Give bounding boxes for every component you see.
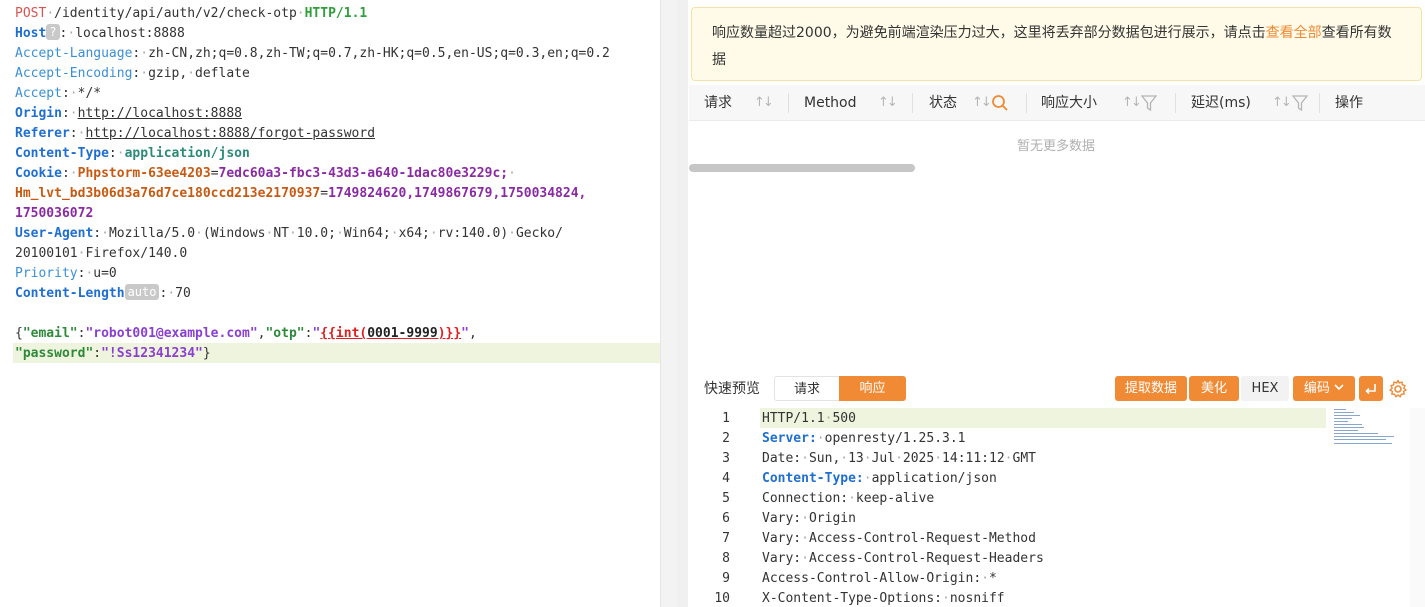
col-actions: 操作	[1335, 95, 1363, 111]
empty-state: 暂无更多数据	[1016, 139, 1095, 154]
overflow-notice: 响应数量超过2000，为避免前端渲染压力过大，这里将丢弃部分数据包进行展示，请点…	[691, 7, 1422, 81]
response-line: Vary:·Origin	[762, 511, 856, 526]
header-cookie-cont2: 1750036072	[15, 206, 94, 221]
line-number: 3	[722, 451, 730, 466]
results-table-header: 请求 ↑↓ Method ↑↓ 状态 ↑↓ 响应大小 ↑↓ 延迟(ms) ↑↓ …	[689, 85, 1425, 121]
request-path: /identity/api/auth/v2/check-otp	[54, 6, 297, 21]
wrap-icon	[1365, 384, 1376, 395]
view-all-link[interactable]: 查看全部	[1266, 25, 1322, 41]
response-line: Vary:·Access-Control-Request-Method	[762, 531, 1036, 546]
response-line: Connection:·keep-alive	[762, 491, 935, 506]
request-body-line-1: {"email":"robot001@example.com","otp":"{…	[15, 326, 477, 341]
notice-text: 响应数量超过2000，为避免前端渲染压力过大，这里将丢弃部分数据包进行展示，请点…	[712, 25, 1266, 41]
sort-icon[interactable]: ↑↓	[972, 85, 992, 121]
line-number: 5	[722, 491, 730, 506]
pane-splitter[interactable]	[677, 0, 688, 607]
tab-response[interactable]: 响应	[839, 376, 906, 401]
header-accept: Accept:·*/*	[15, 86, 102, 101]
filter-icon[interactable]	[1292, 94, 1308, 112]
sort-icon[interactable]: ↑↓	[754, 85, 774, 121]
search-icon[interactable]	[991, 94, 1009, 112]
line-number: 9	[722, 571, 730, 586]
response-line: Vary:·Access-Control-Request-Headers	[762, 551, 1044, 566]
sort-icon[interactable]: ↑↓	[1122, 85, 1142, 121]
col-status[interactable]: 状态	[929, 85, 957, 121]
encode-label: 编码	[1303, 381, 1330, 396]
header-content-type: Content-Type:·application/json	[15, 146, 250, 161]
response-line: HTTP/1.1·500	[762, 411, 856, 426]
line-number: 6	[722, 511, 730, 526]
tab-request[interactable]: 请求	[774, 376, 839, 401]
response-line: X-Content-Type-Options:·nosniff	[762, 591, 1005, 606]
hex-button[interactable]: HEX	[1241, 376, 1289, 401]
header-origin: Origin:·http://localhost:8888	[15, 106, 242, 121]
extract-data-button[interactable]: 提取数据	[1115, 376, 1187, 401]
header-accept-encoding: Accept-Encoding:·gzip,·deflate	[15, 66, 250, 81]
header-content-length: Content-Length auto:·70	[15, 284, 191, 301]
column-divider	[1026, 93, 1027, 113]
table-horizontal-scrollbar[interactable]	[689, 164, 915, 172]
header-host: Host?:·localhost:8888	[15, 24, 185, 41]
http-version: HTTP/1.1	[304, 6, 368, 21]
results-pane: 响应数量超过2000，为避免前端渲染压力过大，这里将丢弃部分数据包进行展示，请点…	[688, 0, 1425, 607]
response-line: Access-Control-Allow-Origin:·*	[762, 571, 997, 586]
origin-link[interactable]: http://localhost:8888	[78, 106, 242, 121]
line-number: 7	[722, 531, 730, 546]
host-help-badge[interactable]: ?	[46, 24, 60, 40]
line-number: 4	[722, 471, 730, 486]
response-scrollbar[interactable]	[1410, 408, 1425, 607]
column-divider	[1175, 93, 1176, 113]
line-number: 1	[722, 411, 730, 426]
otp-template-tag[interactable]: {{int(0001-9999)}}	[320, 326, 461, 341]
auto-length-badge[interactable]: auto	[124, 284, 160, 300]
request-method: POST	[15, 6, 47, 21]
request-body-line-2: "password":"!Ss12341234"}	[15, 346, 211, 361]
request-editor[interactable]: POST·/identity/api/auth/v2/check-otp·HTT…	[0, 0, 677, 607]
word-wrap-button[interactable]	[1359, 376, 1383, 401]
column-divider	[788, 93, 789, 113]
code-minimap[interactable]	[1334, 408, 1400, 448]
response-line: Content-Type:·application/json	[762, 471, 997, 486]
line-number: 10	[714, 591, 730, 606]
filter-icon[interactable]	[1141, 94, 1157, 112]
col-response-size[interactable]: 响应大小	[1041, 85, 1097, 121]
request-editor-scrollbar[interactable]	[660, 0, 677, 607]
col-request[interactable]: 请求	[704, 85, 732, 121]
column-divider	[1319, 93, 1320, 113]
header-accept-language: Accept-Language:·zh-CN,zh;q=0.8,zh-TW;q=…	[15, 46, 610, 61]
header-user-agent-cont: 20100101·Firefox/140.0	[15, 246, 188, 261]
col-method[interactable]: Method	[804, 85, 857, 121]
line-number: 2	[722, 431, 730, 446]
beautify-button[interactable]: 美化	[1189, 376, 1239, 401]
referer-link[interactable]: http://localhost:8888/forgot-password	[85, 126, 375, 141]
quick-preview-label: 快速预览	[704, 381, 760, 397]
chevron-down-icon	[1334, 384, 1344, 391]
response-line: Date:·Sun,·13·Jul·2025·14:11:12·GMT	[762, 451, 1036, 466]
line-number: 8	[722, 551, 730, 566]
sort-icon[interactable]: ↑↓	[878, 85, 898, 121]
request-line: POST·/identity/api/auth/v2/check-otp·HTT…	[15, 6, 368, 21]
response-viewer[interactable]: 1 HTTP/1.1·500 2 Server:·openresty/1.25.…	[688, 408, 1425, 607]
header-referer: Referer:·http://localhost:8888/forgot-pa…	[15, 126, 376, 141]
gear-icon[interactable]	[1388, 379, 1408, 399]
quick-preview-bar: 快速预览 请求 响应 提取数据 美化 HEX 编码	[688, 371, 1425, 407]
column-divider	[912, 93, 913, 113]
header-user-agent: User-Agent:·Mozilla/5.0·(Windows·NT·10.0…	[15, 226, 563, 241]
header-cookie-cont: Hm_lvt_bd3b06d3a76d7ce180ccd213e2170937=…	[15, 186, 587, 201]
header-priority: Priority:·u=0	[15, 266, 117, 281]
encode-dropdown[interactable]: 编码	[1293, 376, 1355, 401]
response-line: Server:·openresty/1.25.3.1	[762, 431, 966, 446]
col-latency[interactable]: 延迟(ms)	[1191, 85, 1251, 121]
header-cookie: Cookie:·Phpstorm-63ee4203=7edc60a3-fbc3-…	[15, 166, 516, 181]
sort-icon[interactable]: ↑↓	[1272, 85, 1292, 121]
